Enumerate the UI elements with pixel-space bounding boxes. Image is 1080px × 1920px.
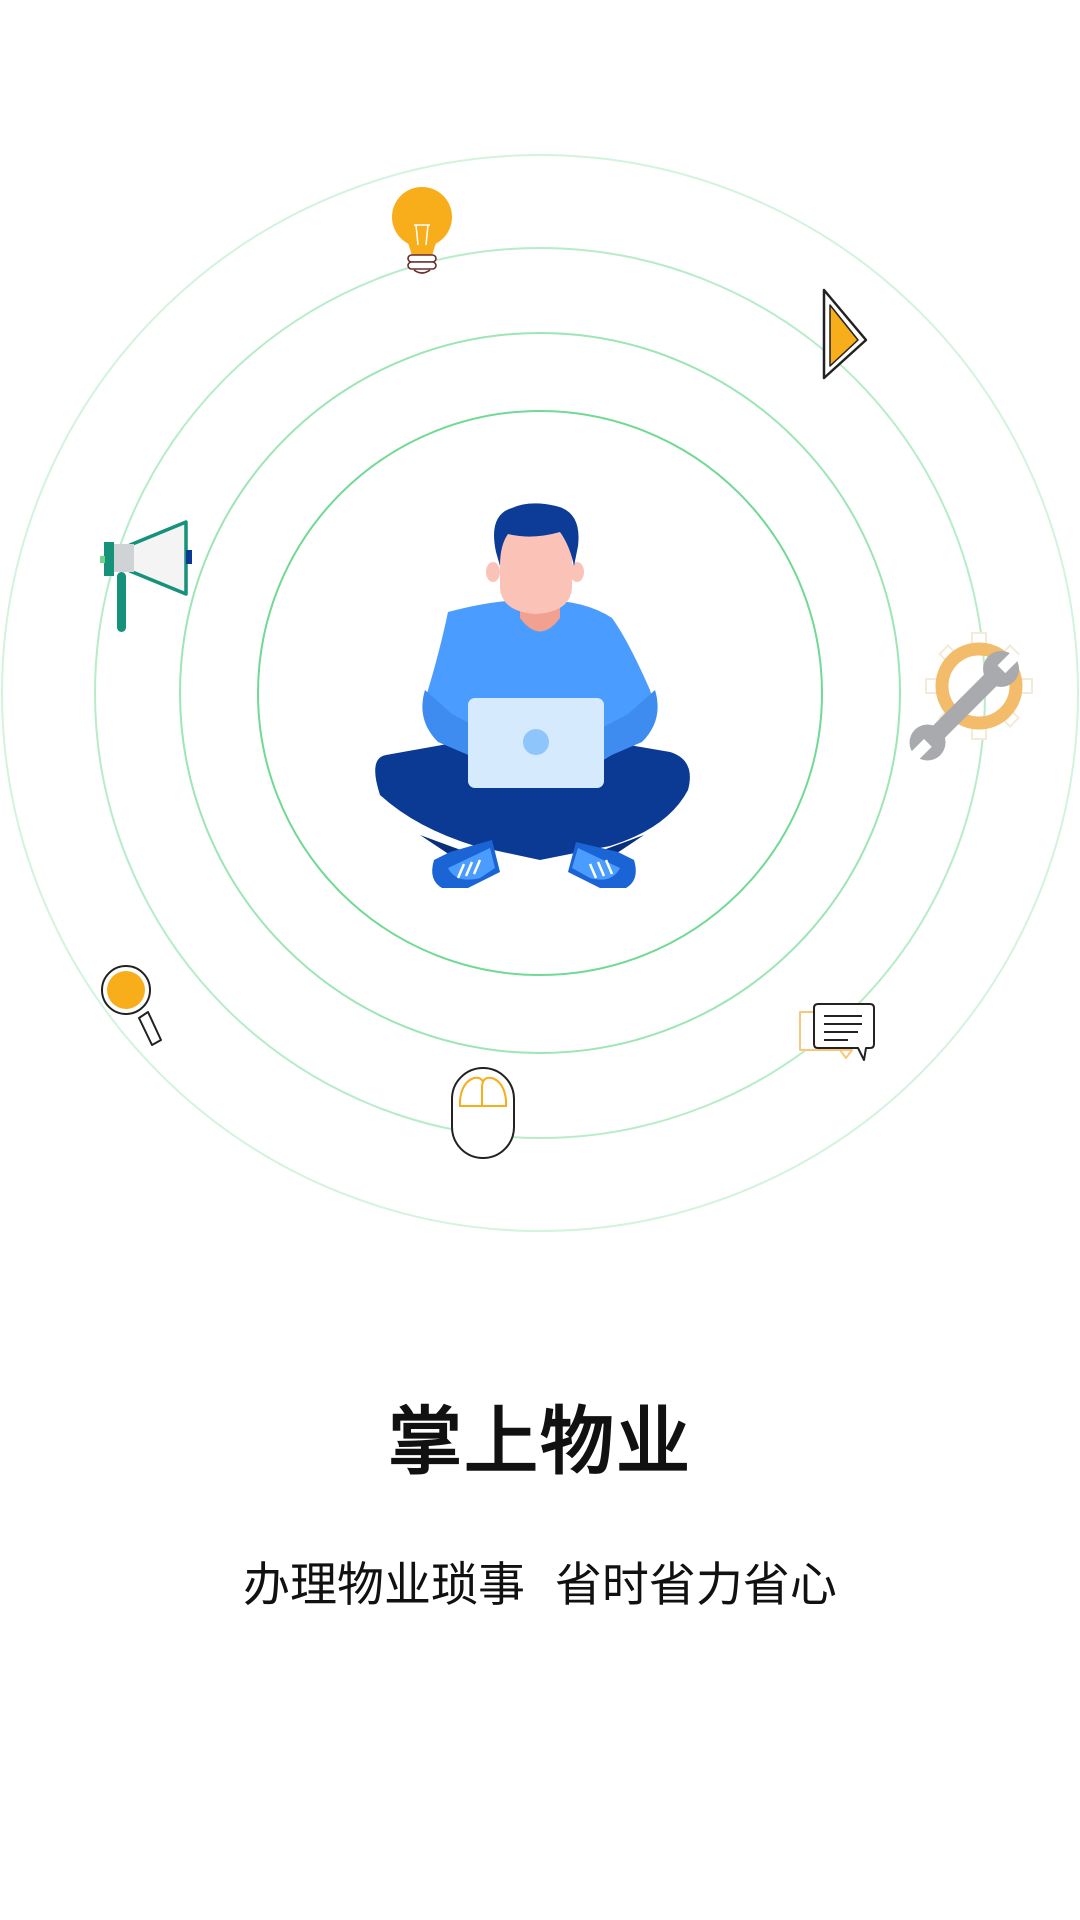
hero-illustration	[1, 154, 1079, 1232]
wrench-gear-icon	[909, 632, 1033, 761]
cursor-arrow-icon	[822, 288, 868, 380]
magnifier-icon	[101, 965, 162, 1046]
chat-bubble-icon	[799, 1003, 875, 1061]
page-title: 掌上物业	[388, 1399, 692, 1485]
megaphone-icon	[100, 520, 192, 632]
mouse-icon	[451, 1067, 515, 1159]
person-with-laptop	[375, 503, 690, 888]
page-subtitle: 办理物业琐事 省时省力省心	[243, 1558, 837, 1613]
splash-screen: 掌上物业 办理物业琐事 省时省力省心	[0, 0, 1080, 1920]
lightbulb-icon	[392, 187, 452, 274]
